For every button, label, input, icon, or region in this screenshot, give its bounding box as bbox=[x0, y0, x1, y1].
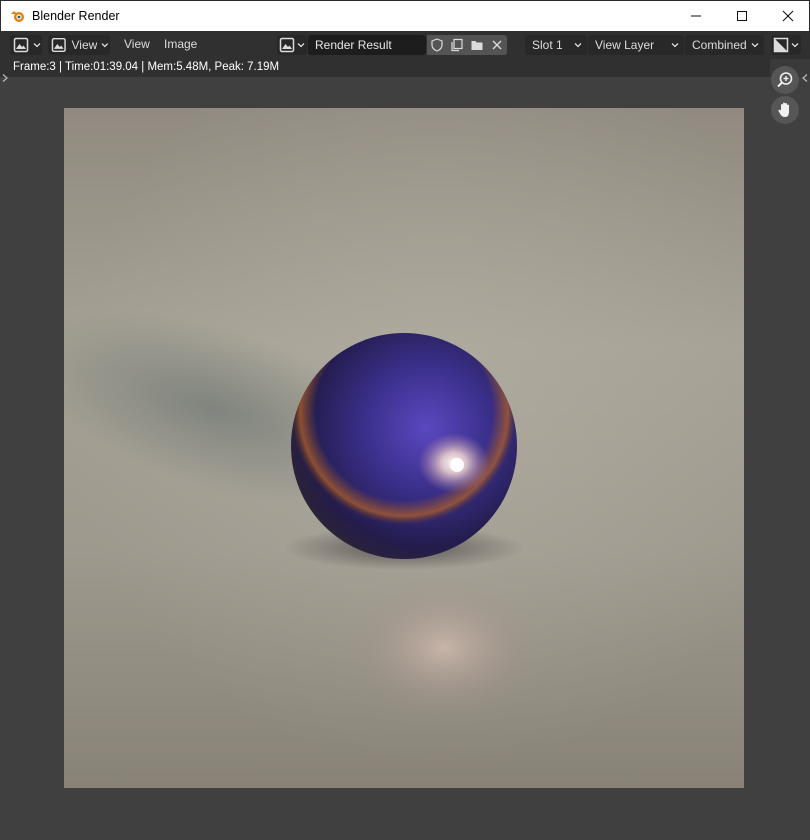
display-channels-button[interactable] bbox=[771, 35, 801, 55]
zoom-in-icon bbox=[777, 72, 793, 88]
render-stats: Frame:3 | Time:01:39.04 | Mem:5.48M, Pea… bbox=[0, 59, 770, 77]
chevron-down-icon bbox=[791, 43, 799, 48]
image-icon bbox=[51, 37, 66, 53]
duplicate-icon bbox=[451, 38, 463, 52]
view-layer-dropdown[interactable]: View Layer bbox=[588, 35, 684, 55]
chevron-down-icon bbox=[671, 43, 679, 48]
open-image-button[interactable] bbox=[467, 35, 487, 55]
render-pass-dropdown[interactable]: Combined bbox=[685, 35, 764, 55]
render-result-image bbox=[64, 108, 744, 788]
maximize-button[interactable] bbox=[719, 1, 765, 31]
minimize-icon bbox=[691, 15, 701, 17]
maximize-icon bbox=[737, 11, 747, 21]
pan-button[interactable] bbox=[771, 96, 799, 124]
close-icon bbox=[492, 40, 502, 50]
shield-icon bbox=[431, 38, 443, 52]
chevron-down-icon bbox=[297, 43, 305, 48]
fake-user-button[interactable] bbox=[427, 35, 447, 55]
render-pass-value: Combined bbox=[692, 38, 747, 52]
chevron-down-icon bbox=[574, 43, 582, 48]
toolbar-expand-icon[interactable] bbox=[1, 73, 9, 83]
slot-value: Slot 1 bbox=[532, 38, 563, 52]
close-icon bbox=[782, 10, 794, 22]
image-browse-icon bbox=[279, 37, 295, 53]
view-mode-dropdown[interactable]: View bbox=[48, 35, 110, 55]
sidebar-expand-icon[interactable] bbox=[801, 73, 809, 83]
new-image-button[interactable] bbox=[447, 35, 467, 55]
folder-icon bbox=[471, 41, 483, 50]
view-layer-value: View Layer bbox=[595, 38, 655, 52]
view-mode-label: View bbox=[71, 38, 98, 52]
blender-logo-icon bbox=[11, 11, 24, 22]
image-editor-icon bbox=[13, 37, 29, 53]
display-channels-icon bbox=[773, 37, 789, 53]
close-window-button[interactable] bbox=[765, 1, 810, 31]
chevron-down-icon bbox=[751, 43, 759, 48]
slot-dropdown[interactable]: Slot 1 bbox=[525, 35, 587, 55]
chevron-down-icon bbox=[33, 43, 41, 48]
window-title: Blender Render bbox=[32, 9, 120, 23]
minimize-button[interactable] bbox=[673, 1, 719, 31]
menu-view[interactable]: View bbox=[124, 37, 150, 51]
hand-icon bbox=[778, 102, 789, 117]
chevron-down-icon bbox=[101, 43, 109, 48]
browse-image-button[interactable] bbox=[277, 35, 307, 55]
unlink-image-button[interactable] bbox=[487, 35, 507, 55]
image-name-field[interactable]: Render Result bbox=[308, 35, 426, 55]
image-editor-header: View View Image Render Result Slot 1 Vie… bbox=[0, 31, 810, 59]
menu-image[interactable]: Image bbox=[164, 37, 197, 51]
window-titlebar: Blender Render bbox=[0, 0, 810, 31]
editor-type-button[interactable] bbox=[10, 35, 42, 55]
zoom-button[interactable] bbox=[771, 66, 799, 94]
